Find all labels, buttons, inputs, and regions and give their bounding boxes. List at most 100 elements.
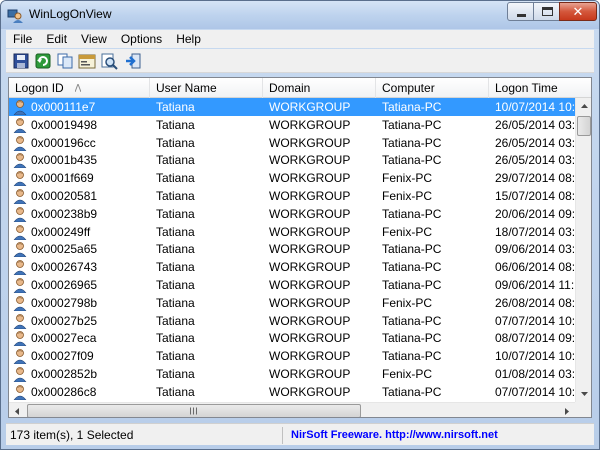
menu-view[interactable]: View <box>74 30 114 48</box>
cell-user-name: Tatiana <box>156 349 195 364</box>
cell-user-name: Tatiana <box>156 135 195 150</box>
menu-help[interactable]: Help <box>169 30 208 48</box>
scroll-down-icon[interactable] <box>576 385 592 402</box>
logon-list[interactable]: Logon ID User Name Domain Computer Logon… <box>8 77 592 418</box>
refresh-icon[interactable] <box>34 52 52 70</box>
table-row[interactable]: 0x00027eca Tatiana WORKGROUP Tatiana-PC 08/0… <box>9 329 591 347</box>
title-bar[interactable]: WinLogOnView ✕ <box>1 1 599 29</box>
cell-logon-id: 0x0001b435 <box>31 153 98 168</box>
table-row[interactable]: 0x0002798b Tatiana WORKGROUP Fenix-PC 26/08/… <box>9 294 591 312</box>
user-icon <box>13 331 27 347</box>
cell-logon-time: 26/05/2014 03:15 <box>495 135 575 150</box>
minimize-icon <box>517 14 526 17</box>
cell-logon-time: 10/07/2014 10:24 <box>495 100 575 114</box>
user-icon <box>13 171 27 187</box>
cell-domain: WORKGROUP <box>269 117 351 132</box>
cell-user-name: Tatiana <box>156 331 195 346</box>
properties-icon[interactable] <box>78 52 96 70</box>
cell-logon-time: 09/06/2014 11:11 <box>495 278 575 292</box>
find-icon[interactable] <box>100 52 118 70</box>
save-icon[interactable] <box>12 52 30 70</box>
cell-computer: Tatiana-PC <box>382 206 442 221</box>
cell-logon-id: 0x000286c8 <box>31 384 97 399</box>
exit-icon[interactable] <box>124 52 142 70</box>
cell-domain: WORKGROUP <box>269 260 351 275</box>
vertical-scroll-thumb[interactable] <box>577 116 591 136</box>
cell-logon-id: 0x000111e7 <box>31 100 96 114</box>
copy-icon[interactable] <box>56 52 74 70</box>
cell-user-name: Tatiana <box>156 313 195 328</box>
user-icon <box>13 278 27 293</box>
user-icon <box>13 349 27 365</box>
menu-edit[interactable]: Edit <box>39 30 74 48</box>
cell-computer: Tatiana-PC <box>382 260 442 275</box>
cell-logon-time: 10/07/2014 10:08 <box>495 349 575 364</box>
table-row[interactable]: 0x000249ff Tatiana WORKGROUP Fenix-PC 18/07/… <box>9 223 591 241</box>
table-row[interactable]: 0x0001f669 Tatiana WORKGROUP Fenix-PC 29/07/… <box>9 169 591 187</box>
menu-file[interactable]: File <box>6 30 39 48</box>
cell-domain: WORKGROUP <box>269 153 351 168</box>
cell-computer: Fenix-PC <box>382 295 433 310</box>
table-row[interactable]: 0x0001b435 Tatiana WORKGROUP Tatiana-PC 26/0… <box>9 151 591 169</box>
cell-domain: WORKGROUP <box>269 278 351 292</box>
cell-domain: WORKGROUP <box>269 206 351 221</box>
column-header-label: Domain <box>269 81 311 95</box>
table-row[interactable]: 0x000286c8 Tatiana WORKGROUP Tatiana-PC 07/0… <box>9 383 591 401</box>
table-row[interactable]: 0x00027b25 Tatiana WORKGROUP Tatiana-PC 07/0… <box>9 312 591 330</box>
column-header-domain[interactable]: Domain <box>263 78 376 98</box>
horizontal-scrollbar[interactable] <box>9 402 575 418</box>
window-title: WinLogOnView <box>29 7 112 21</box>
column-header-logon-id[interactable]: Logon ID <box>9 78 150 98</box>
close-button[interactable]: ✕ <box>559 2 597 21</box>
cell-computer: Tatiana-PC <box>382 278 442 292</box>
cell-domain: WORKGROUP <box>269 224 351 239</box>
cell-logon-time: 18/07/2014 03:58 <box>495 224 575 239</box>
scroll-left-icon[interactable] <box>9 403 26 418</box>
table-row[interactable]: 0x00025a65 Tatiana WORKGROUP Tatiana-PC 09/0… <box>9 240 591 258</box>
table-row[interactable]: 0x00019498 Tatiana WORKGROUP Tatiana-PC 26/0… <box>9 116 591 134</box>
table-row[interactable]: 0x000196cc Tatiana WORKGROUP Tatiana-PC 26/0… <box>9 134 591 152</box>
cell-domain: WORKGROUP <box>269 331 351 346</box>
cell-logon-time: 07/07/2014 10:39 <box>495 384 575 399</box>
table-row[interactable]: 0x00020581 Tatiana WORKGROUP Fenix-PC 15/07/… <box>9 187 591 205</box>
table-row[interactable]: 0x00026965 Tatiana WORKGROUP Tatiana-PC 09/0… <box>9 276 591 294</box>
list-header: Logon ID User Name Domain Computer Logon… <box>9 78 591 98</box>
cell-computer: Tatiana-PC <box>382 135 442 150</box>
table-row[interactable]: 0x00027f09 Tatiana WORKGROUP Tatiana-PC 10/0… <box>9 347 591 365</box>
column-header-computer[interactable]: Computer <box>376 78 489 98</box>
cell-computer: Tatiana-PC <box>382 331 442 346</box>
scrollbar-corner <box>575 402 591 417</box>
minimize-button[interactable] <box>507 2 534 21</box>
cell-logon-id: 0x0002798b <box>31 295 98 310</box>
table-row[interactable]: 0x00026743 Tatiana WORKGROUP Tatiana-PC 06/0… <box>9 258 591 276</box>
scroll-right-icon[interactable] <box>558 403 575 418</box>
cell-logon-id: 0x0002852b <box>31 367 98 381</box>
cell-computer: Fenix-PC <box>382 189 433 203</box>
cell-user-name: Tatiana <box>156 206 195 221</box>
user-icon <box>13 206 27 222</box>
menu-options[interactable]: Options <box>114 30 169 48</box>
cell-computer: Tatiana-PC <box>382 117 442 132</box>
column-header-logon-time[interactable]: Logon Time <box>489 78 591 98</box>
list-rows: 0x000111e7 Tatiana WORKGROUP Tatiana-PC 10/0… <box>9 98 591 402</box>
cell-logon-id: 0x00027eca <box>31 331 97 346</box>
vertical-scrollbar[interactable] <box>575 98 592 402</box>
table-row[interactable]: 0x000111e7 Tatiana WORKGROUP Tatiana-PC 10/0… <box>9 98 591 116</box>
cell-domain: WORKGROUP <box>269 100 351 114</box>
cell-logon-id: 0x00027f09 <box>31 349 94 364</box>
cell-user-name: Tatiana <box>156 189 195 203</box>
user-icon <box>13 367 27 382</box>
cell-user-name: Tatiana <box>156 295 195 310</box>
user-icon <box>13 117 27 133</box>
table-row[interactable]: 0x000238b9 Tatiana WORKGROUP Tatiana-PC 20/0… <box>9 205 591 223</box>
maximize-button[interactable] <box>533 2 560 21</box>
horizontal-scroll-thumb[interactable] <box>27 404 361 417</box>
column-header-user-name[interactable]: User Name <box>150 78 263 98</box>
cell-logon-id: 0x000249ff <box>31 224 91 239</box>
cell-computer: Tatiana-PC <box>382 313 442 328</box>
nirsoft-link[interactable]: NirSoft Freeware. http://www.nirsoft.net <box>291 427 498 444</box>
table-row[interactable]: 0x0002852b Tatiana WORKGROUP Fenix-PC 01/08/… <box>9 365 591 383</box>
cell-domain: WORKGROUP <box>269 384 351 399</box>
scroll-up-icon[interactable] <box>576 98 592 115</box>
cell-user-name: Tatiana <box>156 384 195 399</box>
